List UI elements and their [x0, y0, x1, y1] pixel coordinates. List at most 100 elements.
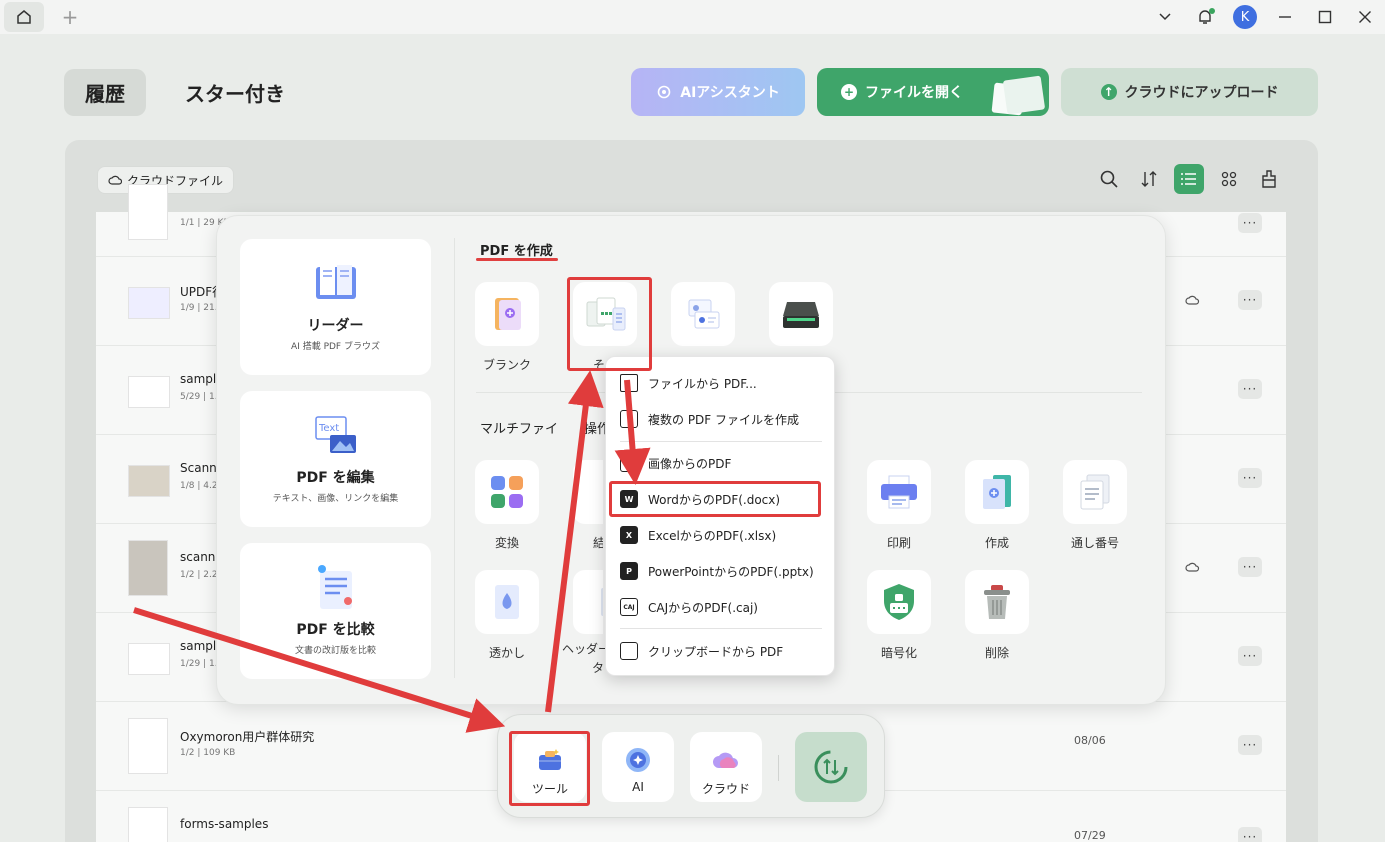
plus-circle-icon: + [841, 84, 857, 100]
more-options-button[interactable]: ··· [1238, 290, 1262, 310]
ai-dock-button[interactable]: AI [602, 732, 674, 802]
highlight-box [509, 731, 590, 806]
highlight-box [567, 277, 652, 371]
edit-pdf-subtitle: テキスト、画像、リンクを編集 [272, 494, 399, 504]
ai-assistant-label: AIアシスタント [680, 85, 780, 101]
create-label: 作成 [984, 536, 1009, 550]
sync-button[interactable] [795, 732, 867, 802]
printer-icon [867, 460, 931, 524]
reader-card[interactable]: リーダー AI 搭載 PDF ブラウズ [240, 239, 431, 375]
chevron-down-button[interactable] [1145, 0, 1185, 34]
blank-document-icon [475, 282, 539, 346]
trash-icon [965, 570, 1029, 634]
compare-pdf-subtitle: 文書の改訂版を比較 [294, 646, 376, 656]
menu-item-label: CAJからのPDF(.caj) [648, 600, 758, 615]
from-excel-menu-item[interactable]: X ExcelからのPDF(.xlsx) [606, 520, 836, 550]
encrypt-label: 暗号化 [880, 646, 917, 660]
more-options-button[interactable]: ··· [1238, 379, 1262, 399]
powerpoint-icon: P [620, 562, 638, 580]
menu-item-label: 画像からのPDF [648, 456, 732, 471]
image-icon [620, 454, 638, 472]
bates-number-tool[interactable]: 通し番号 [1063, 460, 1127, 551]
upload-cloud-button[interactable]: ↑ クラウドにアップロード [1061, 68, 1318, 116]
blank-tool[interactable]: ブランク [475, 282, 539, 373]
ai-icon [626, 748, 650, 772]
close-icon [1359, 11, 1371, 23]
file-date: 08/06 [1074, 734, 1106, 747]
from-caj-menu-item[interactable]: CAJ CAJからのPDF(.caj) [606, 592, 836, 622]
cloud-dock-label: クラウド [701, 782, 750, 796]
ai-dock-label: AI [632, 780, 644, 794]
sync-icon [814, 750, 848, 784]
tab-starred[interactable]: スター付き [170, 69, 300, 116]
home-tab[interactable] [4, 2, 44, 32]
maximize-icon [1318, 10, 1332, 24]
header-footer-label-wrap: ヘッダー タ [562, 640, 610, 676]
folder-icon [620, 374, 638, 392]
print-tool[interactable]: 印刷 [867, 460, 931, 551]
close-button[interactable] [1345, 0, 1385, 34]
file-meta: 1/2 | 109 KB [180, 748, 236, 758]
text-image-icon: Text [315, 416, 356, 453]
caj-icon: CAJ [620, 598, 638, 616]
multiple-pdf-menu-item[interactable]: 複数の PDF ファイルを作成 [606, 404, 836, 434]
svg-text:Text: Text [318, 423, 339, 434]
convert-tool[interactable]: 変換 [475, 460, 539, 551]
clipboard-icon [620, 642, 638, 660]
tab-history[interactable]: 履歴 [64, 69, 146, 116]
notification-button[interactable] [1185, 0, 1225, 34]
encrypt-tool[interactable]: 暗号化 [867, 570, 931, 661]
delete-tool[interactable]: 削除 [965, 570, 1029, 661]
divider [454, 238, 455, 678]
active-underline [476, 258, 558, 261]
open-file-button[interactable]: + ファイルを開く [817, 68, 1049, 116]
file-thumbnail [128, 540, 168, 596]
from-file-menu-item[interactable]: ファイルから PDF... [606, 368, 836, 398]
blank-label: ブランク [482, 358, 531, 372]
cloud-icon [1185, 562, 1200, 572]
menu-item-label: PowerPointからのPDF(.pptx) [648, 564, 814, 579]
compare-pdf-card[interactable]: PDF を比較 文書の改訂版を比較 [240, 543, 431, 679]
scanner-tool[interactable] [769, 282, 833, 346]
open-file-label: ファイルを開く [865, 85, 963, 101]
file-name: Oxymoron用户群体研究 [180, 730, 315, 744]
chevron-down-icon [1159, 13, 1171, 21]
avatar-button[interactable]: K [1225, 0, 1265, 34]
create-pdf-title: PDF を作成 [480, 244, 553, 259]
convert-label: 変換 [494, 536, 519, 550]
upload-icon: ↑ [1100, 84, 1117, 100]
minimize-button[interactable] [1265, 0, 1305, 34]
scan-id-tool[interactable] [671, 282, 735, 346]
more-options-button[interactable]: ··· [1238, 468, 1262, 488]
cloud-dock-button[interactable]: クラウド [690, 732, 762, 802]
cloud-icon [1185, 295, 1200, 305]
watermark-tool[interactable]: 透かし [475, 570, 539, 661]
file-thumbnail [128, 465, 170, 497]
combine-icon [573, 460, 603, 524]
numbering-icon [1063, 460, 1127, 524]
scanner-icon [769, 282, 833, 346]
new-tab-button[interactable]: + [58, 4, 82, 30]
more-options-button[interactable]: ··· [1238, 735, 1262, 755]
create-form-icon [965, 460, 1029, 524]
more-options-button[interactable]: ··· [1238, 213, 1262, 233]
more-options-button[interactable]: ··· [1238, 557, 1262, 577]
file-thumbnail [128, 376, 170, 408]
from-powerpoint-menu-item[interactable]: P PowerPointからのPDF(.pptx) [606, 556, 836, 586]
id-card-icon [671, 282, 735, 346]
excel-icon: X [620, 526, 638, 544]
file-thumbnail [128, 807, 168, 842]
ai-assistant-button[interactable]: AIアシスタント [631, 68, 805, 116]
create-tool[interactable]: 作成 [965, 460, 1029, 551]
bates-number-label: 通し番号 [1070, 536, 1119, 550]
from-clipboard-menu-item[interactable]: クリップボードから PDF [606, 636, 836, 666]
maximize-button[interactable] [1305, 0, 1345, 34]
combine-tool[interactable]: 結 [573, 460, 603, 551]
plus-icon: + [61, 5, 79, 29]
from-image-menu-item[interactable]: 画像からのPDF [606, 448, 836, 478]
edit-pdf-card[interactable]: Text PDF を編集 テキスト、画像、リンクを編集 [240, 391, 431, 527]
file-thumbnail [128, 287, 170, 319]
more-options-button[interactable]: ··· [1238, 646, 1262, 666]
more-options-button[interactable]: ··· [1238, 827, 1262, 842]
header-footer-tool[interactable] [573, 570, 603, 634]
